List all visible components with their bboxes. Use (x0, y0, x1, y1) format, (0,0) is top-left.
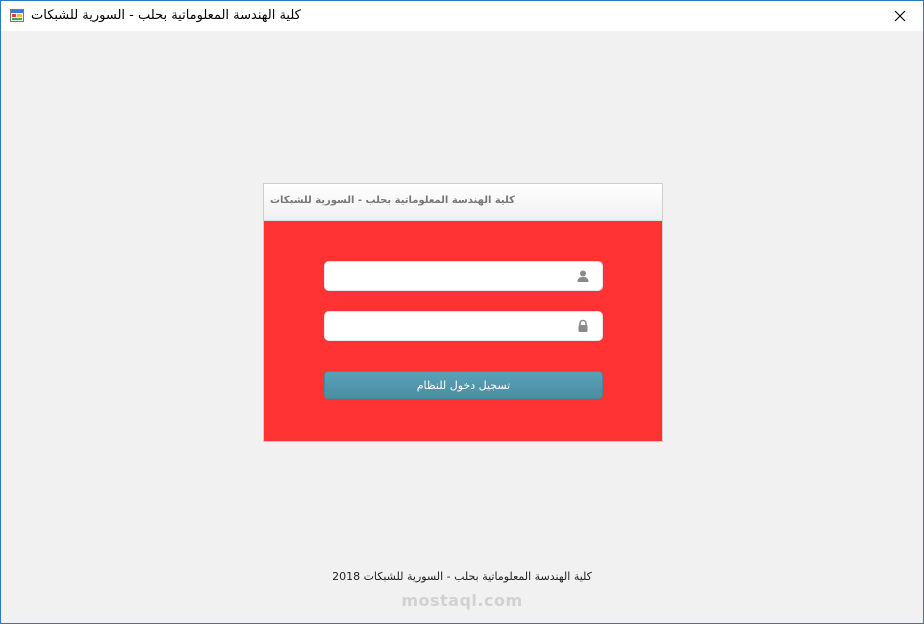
app-window: كلية الهندسة المعلوماتية بحلب - السورية … (0, 0, 924, 624)
login-panel-header: كلية الهندسة المعلوماتية بحلب - السورية … (264, 184, 662, 221)
window-title: كلية الهندسة المعلوماتية بحلب - السورية … (31, 8, 301, 23)
login-panel: كلية الهندسة المعلوماتية بحلب - السورية … (263, 183, 663, 442)
login-panel-title: كلية الهندسة المعلوماتية بحلب - السورية … (270, 195, 515, 206)
username-field[interactable] (324, 261, 603, 291)
app-form-icon (10, 9, 24, 22)
lock-icon (578, 319, 588, 332)
watermark: mostaql.com (401, 591, 523, 610)
username-input[interactable] (333, 266, 567, 288)
close-icon (894, 10, 906, 22)
close-button[interactable] (877, 1, 923, 31)
password-input[interactable] (333, 316, 567, 338)
password-field[interactable] (324, 311, 603, 341)
login-button[interactable]: تسجيل دخول للنظام (324, 371, 603, 399)
footer-credit: 2018 كلية الهندسة المعلوماتية بحلب - الس… (1, 570, 923, 583)
title-bar[interactable]: كلية الهندسة المعلوماتية بحلب - السورية … (1, 1, 923, 31)
user-icon (577, 270, 589, 282)
footer-year: 2018 (332, 570, 361, 583)
login-button-label: تسجيل دخول للنظام (416, 378, 511, 392)
footer-text: كلية الهندسة المعلوماتية بحلب - السورية … (363, 570, 592, 583)
